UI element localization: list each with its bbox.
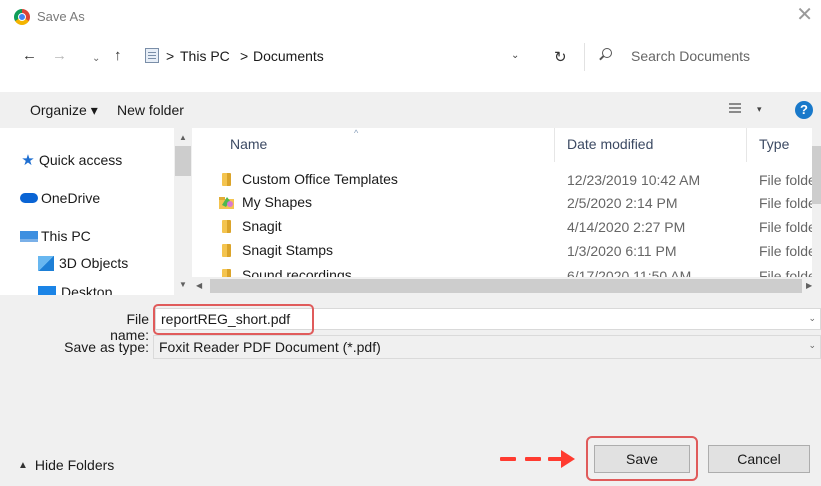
arrow-dash	[500, 457, 516, 461]
hide-folders-toggle[interactable]: ▲ Hide Folders	[18, 457, 114, 473]
save-button-highlight	[586, 436, 698, 481]
navpane-scroll-thumb[interactable]	[175, 146, 191, 176]
nav-item-this-pc[interactable]: This PC	[20, 228, 91, 244]
hide-folders-label: Hide Folders	[34, 457, 115, 473]
file-list-scroll-thumb[interactable]	[812, 146, 821, 204]
save-as-type-label: Save as type:	[64, 339, 149, 355]
shapes-folder-icon	[219, 197, 234, 209]
title-bar: Save As ✕	[0, 0, 821, 34]
nav-item-3d-objects[interactable]: 3D Objects	[38, 255, 128, 271]
save-options-panel: File name: ⌄ Save as type: Foxit Reader …	[0, 295, 821, 486]
column-header-name[interactable]: Name	[230, 136, 267, 152]
new-folder-button[interactable]: New folder	[117, 102, 184, 118]
documents-location-icon	[145, 48, 159, 63]
nav-item-label: Quick access	[39, 152, 123, 168]
back-arrow-icon[interactable]: ←	[22, 48, 37, 64]
column-divider[interactable]	[554, 128, 555, 162]
desktop-icon	[38, 286, 56, 295]
refresh-icon[interactable]: ↻	[554, 48, 567, 66]
file-name-highlight	[153, 304, 314, 335]
cloud-icon	[20, 193, 38, 203]
file-name: Snagit Stamps	[242, 242, 334, 258]
pointer-arrow-icon	[561, 450, 575, 468]
file-name: Custom Office Templates	[242, 171, 398, 187]
address-dropdown-icon[interactable]: ⌄	[511, 50, 519, 61]
arrow-dash	[525, 457, 541, 461]
recent-locations-chevron-icon[interactable]: ⌄	[92, 51, 100, 67]
arrow-dash	[548, 457, 562, 461]
nav-item-label: Desktop	[61, 284, 113, 295]
close-icon[interactable]: ✕	[796, 5, 813, 25]
table-row[interactable]: Snagit Stamps 1/3/2020 6:11 PM File fold…	[192, 239, 821, 263]
file-list: ^ Name Date modified Type Custom Office …	[192, 128, 821, 295]
cube-icon	[38, 255, 54, 271]
organize-button[interactable]: Organize ▾	[30, 102, 98, 119]
cancel-button[interactable]: Cancel	[708, 445, 810, 473]
change-view-icon[interactable]	[729, 103, 741, 115]
breadcrumb-documents[interactable]: Documents	[253, 48, 324, 64]
file-date: 4/14/2020 2:27 PM	[567, 219, 686, 235]
nav-item-label: 3D Objects	[59, 255, 129, 271]
column-divider[interactable]	[746, 128, 747, 162]
breadcrumb-this-pc[interactable]: This PC	[180, 48, 230, 64]
nav-item-label: This PC	[41, 228, 91, 244]
nav-item-onedrive[interactable]: OneDrive	[20, 190, 100, 206]
save-as-type-dropdown-icon[interactable]: ⌄	[808, 340, 816, 351]
scroll-up-icon[interactable]: ▲	[179, 133, 187, 142]
table-row[interactable]: My Shapes 2/5/2020 2:14 PM File folder	[192, 191, 821, 215]
horizontal-scroll-thumb[interactable]	[210, 279, 802, 293]
computer-icon	[20, 230, 38, 242]
file-name: Snagit	[242, 218, 282, 234]
chrome-icon	[14, 9, 30, 25]
save-as-type-value: Foxit Reader PDF Document (*.pdf)	[159, 339, 381, 355]
scroll-right-icon[interactable]: ▶	[806, 281, 812, 290]
nav-item-desktop[interactable]: Desktop	[38, 284, 112, 295]
save-as-type-select[interactable]: Foxit Reader PDF Document (*.pdf) ⌄	[153, 335, 821, 359]
file-date: 1/3/2020 6:11 PM	[567, 243, 677, 259]
help-icon[interactable]: ?	[795, 101, 813, 119]
address-bar[interactable]: > This PC > Documents ⌄	[139, 42, 571, 70]
file-date: 12/23/2019 10:42 AM	[567, 172, 701, 188]
breadcrumb-separator: >	[166, 48, 175, 64]
chevron-up-icon: ▲	[18, 459, 28, 471]
folder-icon	[222, 173, 231, 186]
folder-icon	[222, 244, 231, 257]
file-name: My Shapes	[242, 194, 313, 210]
search-icon	[602, 48, 612, 58]
breadcrumb-separator: >	[240, 48, 249, 64]
file-date: 2/5/2020 2:14 PM	[567, 195, 678, 211]
search-input[interactable]	[631, 48, 811, 64]
address-row: ← → ⌄ ↑ > This PC > Documents ⌄ ↻	[0, 34, 821, 80]
nav-item-quick-access[interactable]: ★ Quick access	[20, 151, 122, 169]
sort-ascending-icon: ^	[354, 128, 359, 138]
file-name-dropdown-icon[interactable]: ⌄	[808, 313, 816, 324]
column-header-type[interactable]: Type	[759, 136, 789, 152]
column-header-date[interactable]: Date modified	[567, 136, 653, 152]
table-row[interactable]: Custom Office Templates 12/23/2019 10:42…	[192, 168, 821, 192]
up-arrow-icon[interactable]: ↑	[114, 48, 122, 64]
table-row[interactable]: Snagit 4/14/2020 2:27 PM File folder	[192, 215, 821, 239]
view-options-chevron-icon[interactable]: ▾	[757, 104, 762, 115]
window-title: Save As	[37, 9, 85, 24]
search-box[interactable]	[584, 43, 821, 71]
scroll-down-icon[interactable]: ▼	[179, 280, 187, 289]
forward-arrow-icon[interactable]: →	[52, 48, 67, 64]
folder-icon	[222, 220, 231, 233]
navigation-pane: ★ Quick access OneDrive This PC 3D Objec…	[0, 128, 192, 295]
nav-item-label: OneDrive	[41, 190, 101, 206]
scroll-left-icon[interactable]: ◀	[196, 281, 202, 290]
horizontal-scrollbar[interactable]: ◀ ▶	[192, 277, 821, 295]
star-icon: ★	[21, 152, 35, 169]
command-bar: Organize ▾ New folder ▾ ?	[0, 92, 821, 128]
